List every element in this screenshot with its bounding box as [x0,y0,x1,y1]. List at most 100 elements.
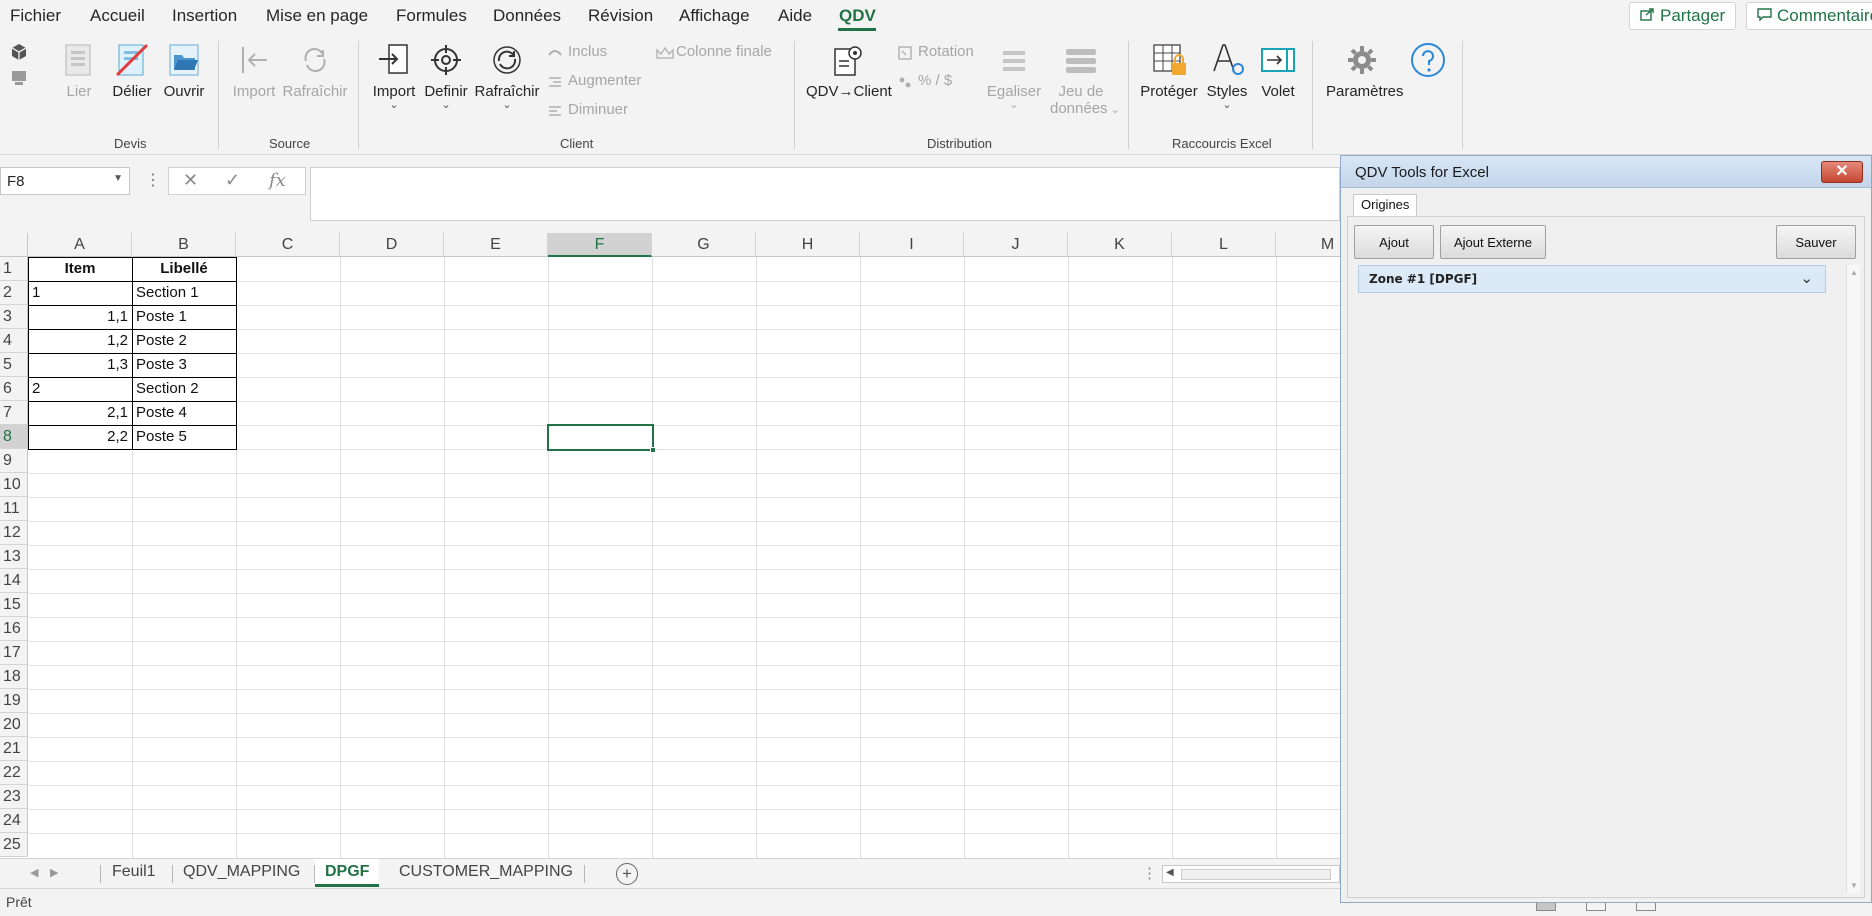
scrollbar-thumb[interactable] [1181,869,1331,880]
row-header[interactable]: 5 [0,353,28,377]
diminuer-button[interactable]: Diminuer [548,101,628,118]
cell-libelle[interactable]: Poste 3 [132,353,236,377]
parametres-button[interactable]: Paramètres [1326,41,1404,100]
column-header-b[interactable]: B [132,233,236,257]
column-header-h[interactable]: H [756,233,860,257]
help-button[interactable] [1408,41,1448,83]
menu-accueil[interactable]: Accueil [90,6,145,26]
sheet-tab-qdv-mapping[interactable]: QDV_MAPPING [173,859,310,887]
row-header[interactable]: 2 [0,281,28,305]
client-import-button[interactable]: Import ⌄ [370,41,418,111]
cell-libelle[interactable]: Poste 5 [132,425,236,449]
column-header-a[interactable]: A [28,233,132,257]
rotation-button[interactable]: Rotation [898,43,974,60]
cell-item[interactable]: 1,3 [28,353,132,377]
menu-aide[interactable]: Aide [778,6,812,26]
egaliser-button[interactable]: Egaliser ⌄ [984,41,1044,111]
cube-icon[interactable] [10,43,28,66]
scroll-left-icon[interactable]: ◀ [1166,867,1174,878]
column-header-m[interactable]: M [1276,233,1340,257]
row-header[interactable]: 10 [0,473,28,497]
comments-button[interactable]: Commentaires [1746,2,1872,30]
row-header[interactable]: 15 [0,593,28,617]
menu-fichier[interactable]: Fichier [10,6,61,26]
row-header[interactable]: 19 [0,689,28,713]
column-header-k[interactable]: K [1068,233,1172,257]
menu-affichage[interactable]: Affichage [679,6,750,26]
row-header[interactable]: 16 [0,617,28,641]
source-rafraichir-button[interactable]: Rafraîchir [282,41,348,100]
row-header[interactable]: 25 [0,833,28,857]
table-header-libelle[interactable]: Libellé [132,257,236,281]
fx-icon[interactable]: fx [269,170,286,191]
lier-button[interactable]: Lier [60,41,98,100]
menu-revision[interactable]: Révision [588,6,653,26]
sheet-tab-customer-mapping[interactable]: CUSTOMER_MAPPING [389,859,583,887]
jeu-de-donnees-button[interactable]: Jeu de données ⌄ [1050,41,1120,117]
confirm-icon[interactable]: ✓ [225,170,240,191]
add-sheet-button[interactable]: + [616,863,638,885]
cell-item[interactable]: 1 [28,281,132,305]
column-header-d[interactable]: D [340,233,444,257]
share-button[interactable]: Partager [1629,2,1737,30]
column-header-f[interactable]: F [548,233,652,257]
source-import-button[interactable]: Import [230,41,278,100]
sauver-button[interactable]: Sauver [1776,225,1856,259]
ouvrir-button[interactable]: Ouvrir [162,41,206,100]
scroll-down-icon[interactable]: ▼ [1850,881,1858,890]
column-header-i[interactable]: I [860,233,964,257]
row-header[interactable]: 9 [0,449,28,473]
cell-libelle[interactable]: Poste 2 [132,329,236,353]
link-small-icon[interactable] [10,69,28,92]
cancel-icon[interactable]: ✕ [183,170,198,191]
row-header[interactable]: 14 [0,569,28,593]
row-header[interactable]: 11 [0,497,28,521]
column-header-j[interactable]: J [964,233,1068,257]
row-header[interactable]: 6 [0,377,28,401]
row-header[interactable]: 1 [0,257,28,281]
colonne-finale-button[interactable]: Colonne finale [656,43,772,60]
augmenter-button[interactable]: Augmenter [548,72,641,89]
row-header[interactable]: 20 [0,713,28,737]
cell-item[interactable]: 1,2 [28,329,132,353]
row-header[interactable]: 13 [0,545,28,569]
percent-button[interactable]: % / $ [898,72,952,89]
client-rafraichir-button[interactable]: Rafraîchir ⌄ [474,41,540,111]
chevron-down-icon[interactable]: ⌄ [1800,269,1813,287]
spreadsheet-grid[interactable]: A B C D E F G H I J K L M 1 2 3 4 5 6 7 … [0,233,1340,858]
menu-formules[interactable]: Formules [396,6,467,26]
row-header[interactable]: 12 [0,521,28,545]
qdv-client-button[interactable]: QDV→Client [806,41,892,100]
row-header[interactable]: 4 [0,329,28,353]
close-icon[interactable]: ✕ [1821,161,1863,183]
cell-item[interactable]: 2,1 [28,401,132,425]
cell-item[interactable]: 2 [28,377,132,401]
volet-button[interactable]: Volet [1256,41,1300,100]
column-header-c[interactable]: C [236,233,340,257]
resize-handle-icon[interactable]: ⋮ [1142,864,1157,882]
menu-insertion[interactable]: Insertion [172,6,237,26]
tab-next-icon[interactable]: ▶ [50,866,58,879]
menu-mise-en-page[interactable]: Mise en page [266,6,368,26]
name-box[interactable]: F8 ▼ [0,167,130,195]
ajout-externe-button[interactable]: Ajout Externe [1440,225,1546,259]
menu-qdv[interactable]: QDV [839,6,876,26]
table-header-item[interactable]: Item [28,257,132,281]
select-all-corner[interactable] [0,233,28,257]
resize-handle-icon[interactable]: ⋮ [145,170,161,190]
definir-button[interactable]: Definir ⌄ [422,41,470,111]
sheet-tab-dpgf[interactable]: DPGF [315,859,380,887]
formula-input[interactable] [310,167,1340,221]
column-header-l[interactable]: L [1172,233,1276,257]
column-header-e[interactable]: E [444,233,548,257]
active-cell[interactable] [547,424,656,453]
sheet-tab-feuil1[interactable]: Feuil1 [102,859,166,887]
cell-libelle[interactable]: Section 2 [132,377,236,401]
menu-donnees[interactable]: Données [493,6,561,26]
cell-libelle[interactable]: Poste 4 [132,401,236,425]
chevron-down-icon[interactable]: ▼ [113,173,123,184]
vertical-scrollbar[interactable]: ▲ ▼ [1846,265,1860,893]
inclus-button[interactable]: Inclus [548,43,607,60]
row-header[interactable]: 8 [0,425,28,449]
fill-handle[interactable] [650,447,656,453]
